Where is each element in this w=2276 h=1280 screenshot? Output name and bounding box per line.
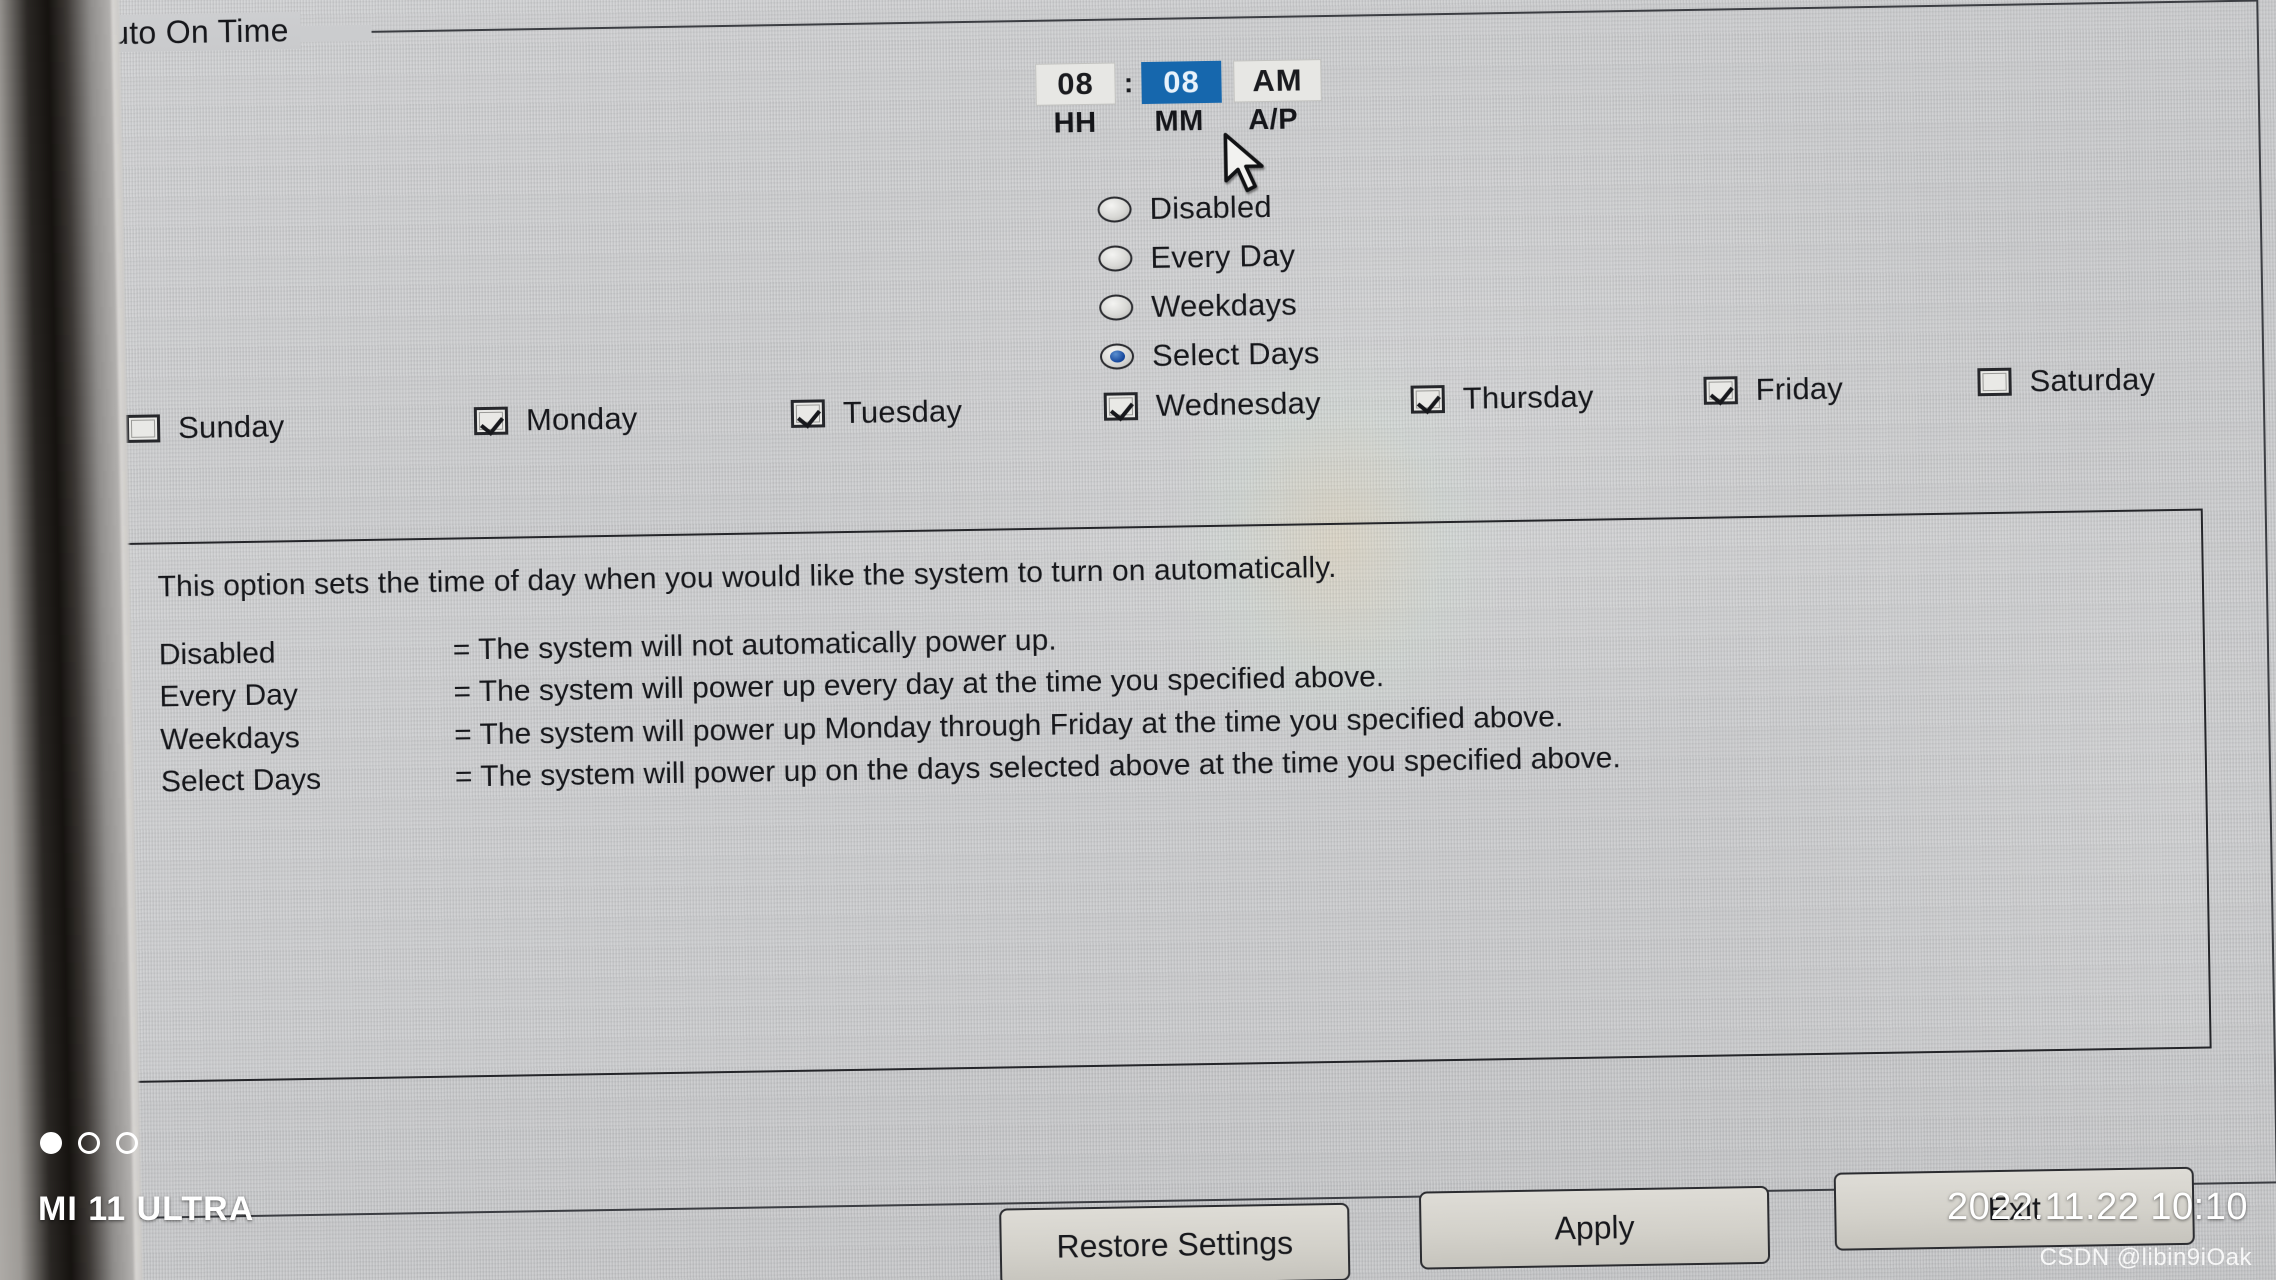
camera-device-name-watermark: MI 11 ULTRA	[38, 1190, 255, 1228]
day-label: Saturday	[2029, 361, 2156, 399]
description-intro-text: This option sets the time of day when yo…	[157, 550, 1337, 604]
radio-option-label: Weekdays	[1150, 286, 1298, 324]
hour-field-label: HH	[1053, 106, 1097, 140]
camera-dot-icon	[40, 1132, 62, 1154]
hour-field[interactable]: 08	[1035, 62, 1116, 106]
day-label: Thursday	[1462, 378, 1594, 416]
day-checkbox-sunday[interactable]: Sunday	[125, 408, 285, 447]
checkbox-unchecked-icon[interactable]	[1977, 367, 2012, 397]
checkbox-unchecked-icon[interactable]	[125, 414, 161, 443]
help-description-panel: This option sets the time of day when yo…	[122, 508, 2212, 1083]
restore-settings-button[interactable]: Restore Settings	[999, 1202, 1351, 1280]
radio-option-every-day[interactable]: Every Day	[1098, 230, 1318, 283]
radio-button-icon[interactable]	[1097, 195, 1132, 223]
radio-option-disabled[interactable]: Disabled	[1097, 181, 1317, 234]
checkbox-checked-icon[interactable]	[790, 399, 826, 428]
camera-dot-icon	[116, 1132, 138, 1154]
description-definition-table: Disabled = The system will not automatic…	[159, 610, 1622, 804]
apply-button[interactable]: Apply	[1418, 1185, 1771, 1270]
radio-option-label: Every Day	[1150, 237, 1296, 275]
radio-button-selected-icon[interactable]	[1099, 342, 1135, 370]
checkbox-checked-icon[interactable]	[1103, 392, 1139, 421]
day-label: Wednesday	[1155, 385, 1322, 423]
day-checkbox-saturday[interactable]: Saturday	[1977, 361, 2156, 400]
checkbox-checked-icon[interactable]	[1410, 385, 1446, 414]
description-term: Every Day	[159, 678, 299, 714]
bios-settings-ui: Auto On Time 08 : 08 AM HH MM A/P Disabl…	[0, 0, 2276, 1280]
description-term: Weekdays	[159, 720, 301, 757]
day-label: Tuesday	[842, 393, 963, 431]
radio-button-icon[interactable]	[1098, 293, 1134, 321]
radio-option-weekdays[interactable]: Weekdays	[1098, 279, 1319, 332]
day-checkbox-monday[interactable]: Monday	[473, 400, 638, 439]
camera-mode-dots	[40, 1132, 138, 1154]
radio-option-select-days[interactable]: Select Days	[1099, 328, 1320, 381]
camera-timestamp-watermark: 2022.11.22 10:10	[1946, 1186, 2248, 1228]
day-checkbox-thursday[interactable]: Thursday	[1410, 378, 1594, 418]
day-checkbox-friday[interactable]: Friday	[1703, 370, 1843, 408]
meridiem-field[interactable]: AM	[1233, 59, 1322, 103]
time-field-labels: HH MM A/P	[1036, 103, 1317, 141]
checkbox-checked-icon[interactable]	[1703, 376, 1738, 405]
day-label: Friday	[1755, 370, 1844, 407]
csdn-author-watermark: CSDN @libin9iOak	[2039, 1244, 2252, 1271]
auto-on-time-spinner[interactable]: 08 : 08 AM	[1035, 59, 1322, 106]
day-label: Sunday	[177, 408, 285, 446]
checkbox-checked-icon[interactable]	[473, 406, 509, 436]
radio-button-icon[interactable]	[1098, 244, 1133, 272]
schedule-mode-radio-group[interactable]: Disabled Every Day Weekdays Select Days	[1097, 181, 1320, 381]
minute-field[interactable]: 08	[1141, 60, 1222, 105]
minute-field-label: MM	[1154, 105, 1205, 138]
description-term: Select Days	[160, 762, 322, 799]
description-term: Disabled	[158, 636, 276, 672]
radio-option-label: Select Days	[1151, 334, 1320, 373]
mouse-cursor-arrow-icon	[1223, 132, 1270, 200]
day-checkbox-wednesday[interactable]: Wednesday	[1103, 385, 1322, 425]
day-label: Monday	[525, 400, 638, 438]
camera-dot-icon	[78, 1132, 100, 1154]
time-colon: :	[1123, 67, 1134, 99]
day-checkbox-tuesday[interactable]: Tuesday	[790, 393, 963, 432]
photographed-screen: Auto On Time 08 : 08 AM HH MM A/P Disabl…	[0, 0, 2276, 1280]
